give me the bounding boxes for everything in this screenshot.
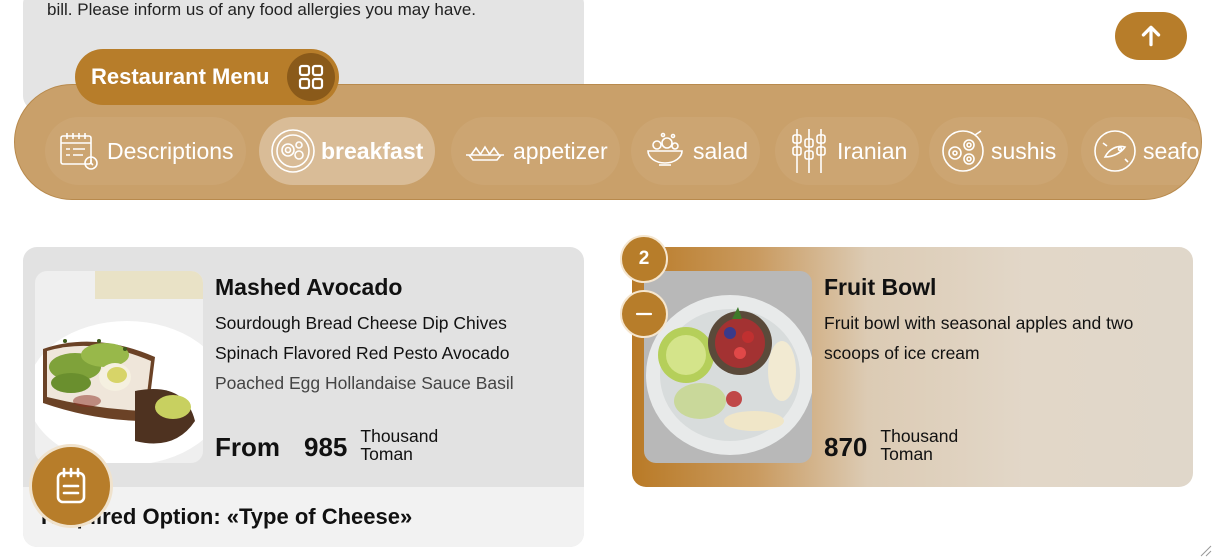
category-iranian[interactable]: Iranian (775, 117, 920, 185)
price-row: 870 Thousand Toman (824, 427, 958, 463)
seafood-icon (1091, 127, 1139, 175)
item-description: Fruit bowl with seasonal apples and two … (824, 308, 1164, 368)
category-label: breakfast (321, 137, 424, 164)
menu-grid-button[interactable] (287, 53, 335, 101)
restaurant-menu-header: Restaurant Menu (75, 49, 339, 105)
item-price: 870 (824, 432, 868, 462)
currency-unit-line: Thousand (360, 426, 439, 446)
description-line: Fruit bowl with seasonal apples and two (824, 313, 1134, 333)
quantity-badge: 2 (620, 235, 668, 283)
category-label: seafo (1143, 137, 1200, 164)
kebab-skewers-icon (785, 127, 833, 175)
info-text: bill. Please inform us of any food aller… (47, 0, 477, 19)
category-salad[interactable]: salad (631, 117, 760, 185)
price-prefix: From (215, 432, 280, 462)
sushi-icon (939, 127, 987, 175)
price-row: From 985 Thousand Toman (215, 427, 438, 463)
category-label: appetizer (513, 137, 608, 164)
description-line: scoops of ice cream (824, 343, 980, 363)
arrow-up-icon (1141, 25, 1161, 47)
page-title: Restaurant Menu (91, 64, 270, 89)
decrease-quantity-button[interactable] (620, 290, 668, 338)
description-line: Sourdough Bread Cheese Dip Chives (215, 313, 507, 333)
description-line: Poached Egg Hollandaise Sauce Basil (215, 373, 514, 393)
currency-unit: Thousand Toman (360, 427, 438, 463)
item-photo (35, 271, 203, 463)
description-line: Spinach Flavored Red Pesto Avocado (215, 343, 510, 363)
currency-unit: Thousand Toman (880, 427, 958, 463)
category-descriptions[interactable]: Descriptions (45, 117, 246, 185)
item-name: Fruit Bowl (824, 274, 937, 300)
item-photo (644, 271, 812, 463)
currency-unit-line: Toman (880, 444, 933, 464)
item-price: 985 (304, 432, 348, 462)
category-seafood[interactable]: seafo (1081, 117, 1201, 185)
minus-icon (635, 312, 653, 316)
breakfast-plate-icon (269, 127, 317, 175)
grid-icon (298, 64, 324, 90)
item-description: Sourdough Bread Cheese Dip Chives Spinac… (215, 308, 514, 398)
category-breakfast[interactable]: breakfast (259, 117, 436, 185)
category-label: sushis (991, 137, 1057, 164)
resize-grip-icon[interactable] (1198, 543, 1212, 557)
category-sushis[interactable]: sushis (929, 117, 1069, 185)
menu-item-card-selected[interactable]: Fruit Bowl Fruit bowl with seasonal appl… (632, 247, 1193, 487)
order-notes-button[interactable] (29, 444, 113, 528)
salad-bowl-icon (641, 127, 689, 175)
category-label: Descriptions (107, 137, 234, 164)
category-label: salad (693, 137, 748, 164)
currency-unit-line: Thousand (880, 426, 959, 446)
scroll-to-top-button[interactable] (1115, 12, 1187, 60)
item-name: Mashed Avocado (215, 274, 403, 300)
notepad-icon (56, 467, 86, 504)
appetizer-dish-icon (461, 127, 509, 175)
currency-unit-line: Toman (360, 444, 413, 464)
category-label: Iranian (837, 137, 908, 164)
category-appetizer[interactable]: appetizer (451, 117, 620, 185)
menu-calendar-icon (55, 127, 103, 175)
